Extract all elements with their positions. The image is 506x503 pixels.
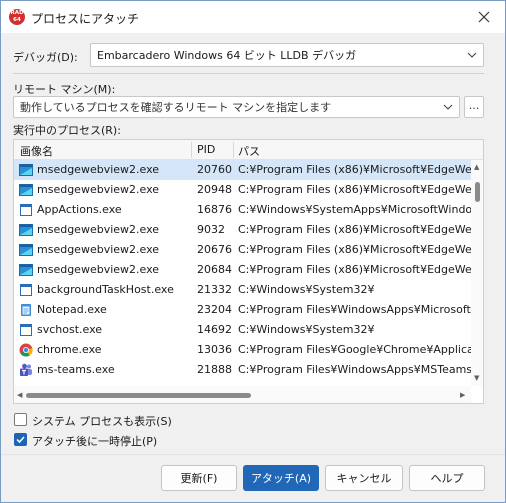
column-path[interactable]: パス [238, 143, 260, 159]
window-app-icon [19, 203, 33, 217]
notepad-icon [19, 303, 33, 317]
process-row[interactable]: msedgewebview2.exe 20676 C:¥Program Files … [14, 240, 471, 260]
process-path: C:¥Program Files (x86)¥Microsoft¥EdgeWeb… [238, 223, 471, 236]
process-path: C:¥Program Files¥WindowsApps¥Microsoft.W… [238, 303, 471, 316]
process-rows: msedgewebview2.exe 20760 C:¥Program Files … [14, 160, 471, 386]
process-name: ms-teams.exe [37, 363, 115, 376]
edge-webview-icon [19, 263, 33, 277]
debugger-value: Embarcadero Windows 64 ビット LLDB デバッガ [97, 49, 357, 62]
process-pid: 21888 [197, 363, 232, 376]
process-name: msedgewebview2.exe [37, 223, 160, 236]
scroll-up-icon[interactable]: ▲ [474, 163, 479, 171]
process-path: C:¥Program Files¥Google¥Chrome¥Applicati… [238, 343, 471, 356]
checkmark-icon [16, 436, 25, 444]
process-path: C:¥Windows¥System32¥ [238, 283, 375, 296]
process-path: C:¥Program Files (x86)¥Microsoft¥EdgeWeb… [238, 183, 471, 196]
process-path: C:¥Program Files (x86)¥Microsoft¥EdgeWeb… [238, 263, 471, 276]
process-row[interactable]: msedgewebview2.exe 20948 C:¥Program Files … [14, 180, 471, 200]
process-pid: 21332 [197, 283, 232, 296]
title-bar: RAD 64 プロセスにアタッチ [1, 1, 505, 33]
remote-machine-label: リモート マシン(M): [13, 83, 116, 96]
window-app-icon [19, 323, 33, 337]
process-name: msedgewebview2.exe [37, 243, 160, 256]
close-button[interactable] [469, 5, 499, 29]
process-row[interactable]: ms-teams.exe 21888 C:¥Program Files¥Window… [14, 360, 471, 380]
remote-machine-combo[interactable]: 動作しているプロセスを確認するリモート マシンを指定します [13, 96, 460, 118]
edge-webview-icon [19, 183, 33, 197]
debugger-label: デバッガ(D): [13, 51, 78, 64]
column-pid[interactable]: PID [197, 143, 215, 156]
pause-after-attach-checkbox[interactable] [14, 433, 27, 446]
process-name: Notepad.exe [37, 303, 107, 316]
process-path: C:¥Program Files (x86)¥Microsoft¥EdgeWeb… [238, 243, 471, 256]
process-row[interactable]: Notepad.exe 23204 C:¥Program Files¥Windows… [14, 300, 471, 320]
process-pid: 16876 [197, 203, 232, 216]
debugger-select[interactable]: Embarcadero Windows 64 ビット LLDB デバッガ [90, 43, 484, 67]
process-pid: 13036 [197, 343, 232, 356]
process-list[interactable]: 画像名 PID パス msedgewebview2.exe 20760 C:¥Pro… [13, 139, 484, 404]
show-system-label[interactable]: システム プロセスも表示(S) [32, 413, 172, 429]
scroll-left-icon[interactable]: ◀ [17, 391, 22, 399]
column-divider[interactable] [233, 142, 234, 158]
process-path: C:¥Windows¥SystemApps¥MicrosoftWindows.C [238, 203, 471, 216]
process-path: C:¥Windows¥System32¥ [238, 323, 375, 336]
process-row[interactable]: chrome.exe 13036 C:¥Program Files¥Google¥C… [14, 340, 471, 360]
vertical-scrollbar[interactable]: ▲ ▼ [471, 160, 483, 386]
teams-icon [19, 363, 33, 377]
edge-webview-icon [19, 243, 33, 257]
horizontal-scroll-thumb[interactable] [26, 393, 251, 398]
edge-webview-icon [19, 223, 33, 237]
process-list-header: 画像名 PID パス [14, 140, 483, 160]
process-name: AppActions.exe [37, 203, 122, 216]
close-icon [478, 11, 490, 23]
attach-button[interactable]: アタッチ(A) [243, 465, 319, 491]
refresh-button[interactable]: 更新(F) [161, 465, 237, 491]
chevron-down-icon [443, 104, 453, 110]
process-pid: 20676 [197, 243, 232, 256]
cancel-button[interactable]: キャンセル [325, 465, 403, 491]
process-row[interactable]: backgroundTaskHost.exe 21332 C:¥Windows¥Sy… [14, 280, 471, 300]
help-button[interactable]: ヘルプ [409, 465, 485, 491]
chevron-down-icon [467, 52, 477, 58]
process-pid: 20948 [197, 183, 232, 196]
window-app-icon [19, 283, 33, 297]
scroll-right-icon[interactable]: ▶ [460, 391, 465, 399]
process-path: C:¥Program Files¥WindowsApps¥MSTeams_260 [238, 363, 471, 376]
process-row[interactable]: AppActions.exe 16876 C:¥Windows¥SystemApps… [14, 200, 471, 220]
process-name: svchost.exe [37, 323, 103, 336]
divider [13, 73, 484, 74]
process-name: msedgewebview2.exe [37, 263, 160, 276]
process-pid: 20760 [197, 163, 232, 176]
attach-dialog: RAD 64 プロセスにアタッチ デバッガ(D): Embarcadero Win… [0, 0, 506, 503]
column-image-name[interactable]: 画像名 [20, 143, 53, 159]
remote-machine-placeholder: 動作しているプロセスを確認するリモート マシンを指定します [20, 101, 332, 114]
vertical-scroll-thumb[interactable] [475, 182, 480, 202]
show-system-checkbox[interactable] [14, 413, 27, 426]
process-row[interactable]: msedgewebview2.exe 20684 C:¥Program Files … [14, 260, 471, 280]
process-pid: 23204 [197, 303, 232, 316]
process-name: chrome.exe [37, 343, 102, 356]
browse-remote-button[interactable]: ... [464, 96, 484, 118]
process-path: C:¥Program Files (x86)¥Microsoft¥EdgeWeb… [238, 163, 471, 176]
process-name: msedgewebview2.exe [37, 183, 160, 196]
process-row[interactable]: svchost.exe 14692 C:¥Windows¥System32¥ [14, 320, 471, 340]
rad-studio-icon: RAD 64 [9, 9, 25, 25]
process-pid: 14692 [197, 323, 232, 336]
edge-webview-icon [19, 163, 33, 177]
horizontal-scrollbar[interactable]: ◀ ▶ [14, 386, 471, 403]
process-row[interactable]: msedgewebview2.exe 9032 C:¥Program Files (… [14, 220, 471, 240]
process-pid: 9032 [197, 223, 225, 236]
process-row[interactable]: msedgewebview2.exe 20760 C:¥Program Files … [14, 160, 471, 180]
process-pid: 20684 [197, 263, 232, 276]
processes-label: 実行中のプロセス(R): [13, 124, 121, 137]
process-name: backgroundTaskHost.exe [37, 283, 174, 296]
process-name: msedgewebview2.exe [37, 163, 160, 176]
column-divider[interactable] [191, 142, 192, 158]
scroll-down-icon[interactable]: ▼ [474, 374, 479, 382]
pause-after-attach-label[interactable]: アタッチ後に一時停止(P) [32, 433, 157, 449]
chrome-icon [19, 343, 33, 357]
window-title: プロセスにアタッチ [31, 12, 140, 26]
